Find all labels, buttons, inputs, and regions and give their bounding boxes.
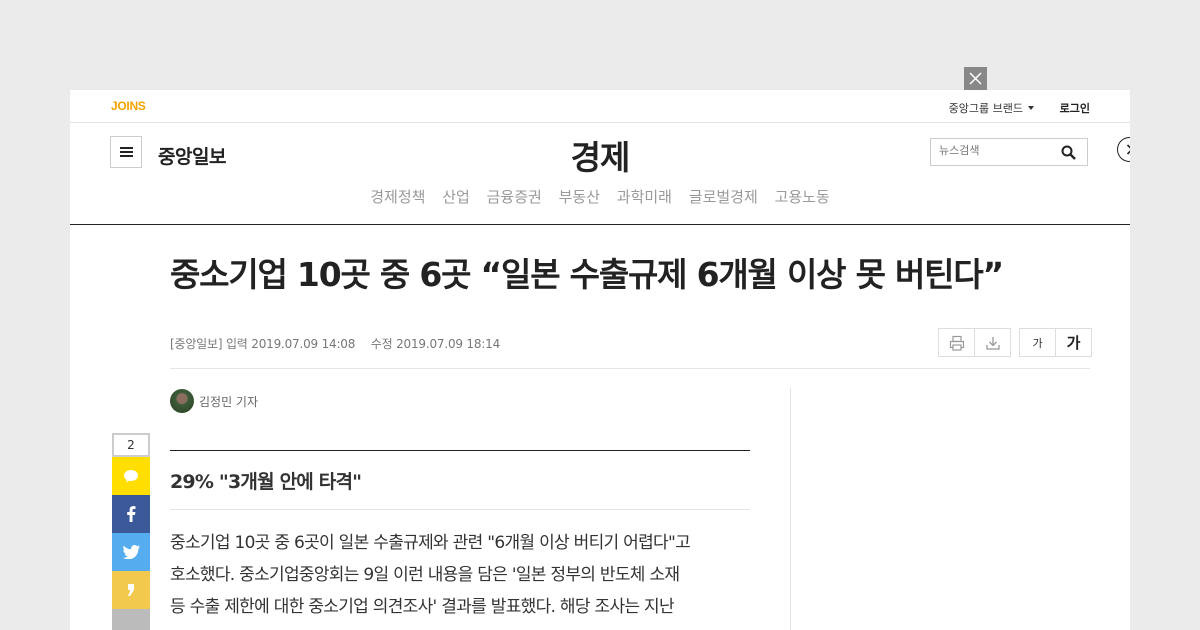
search-icon[interactable]: [1061, 145, 1076, 160]
story-icon: [128, 584, 134, 596]
close-ad-button[interactable]: [964, 67, 987, 90]
meta-divider: [170, 368, 1090, 369]
kakao-share-button[interactable]: [112, 457, 150, 495]
more-share-button[interactable]: [112, 609, 150, 630]
nav-item-industry[interactable]: 산업: [442, 188, 470, 206]
nav-item-global-economy[interactable]: 글로벌경제: [689, 188, 758, 206]
share-count: 2: [112, 433, 150, 457]
nav-item-economic-policy[interactable]: 경제정책: [370, 188, 425, 206]
nav-item-science[interactable]: 과학미래: [617, 188, 672, 206]
caret-down-icon: [1028, 106, 1034, 110]
section-nav: 경제정책 산업 금융증권 부동산 과학미래 글로벌경제 고용노동: [70, 186, 1130, 207]
font-size-tools: 가 가: [1019, 328, 1092, 357]
facebook-icon: [127, 506, 136, 522]
article-source: [중앙일보]: [170, 337, 223, 351]
article-body: 중소기업 10곳 중 6곳이 일본 수출규제와 관련 "6개월 이상 버티기 어…: [170, 527, 745, 623]
author-name: 김정민 기자: [199, 394, 259, 409]
input-label: 입력: [225, 337, 248, 351]
font-size-large-button[interactable]: 가: [1055, 329, 1091, 356]
nav-item-finance[interactable]: 금융증권: [487, 188, 542, 206]
input-time: 2019.07.09 14:08: [251, 337, 356, 351]
kakaostory-share-button[interactable]: [112, 571, 150, 609]
print-button[interactable]: [939, 329, 974, 356]
close-icon: [969, 72, 982, 85]
download-icon: [985, 336, 1000, 350]
subhead-bottom-rule: [170, 509, 750, 510]
column-divider: [790, 388, 791, 630]
article-meta: [중앙일보] 입력 2019.07.09 14:08 수정 2019.07.09…: [170, 335, 500, 352]
group-brand-dropdown[interactable]: 중앙그룹 브랜드: [949, 100, 1034, 116]
body-line: 호소했다. 중소기업중앙회는 9일 이런 내용을 담은 '일본 정부의 반도체 …: [170, 565, 680, 585]
site-header: 중앙일보 경제 경제정책 산업 금융증권 부동산 과학미래 글로벌경제 고용노동: [70, 123, 1130, 225]
speech-bubble-icon: [124, 470, 138, 483]
article-tools: [938, 328, 1011, 357]
facebook-share-button[interactable]: [112, 495, 150, 533]
body-line: 중소기업 10곳 중 6곳이 일본 수출규제와 관련 "6개월 이상 버티기 어…: [170, 533, 691, 553]
article-subhead: 29% "3개월 안에 타격": [170, 471, 362, 493]
article-headline: 중소기업 10곳 중 6곳 “일본 수출규제 6개월 이상 못 버틴다”: [170, 255, 1004, 294]
nav-item-employment[interactable]: 고용노동: [775, 188, 830, 206]
download-button[interactable]: [974, 329, 1010, 356]
search-input[interactable]: [939, 144, 1054, 157]
subhead-top-rule: [170, 450, 750, 451]
body-line: 등 수출 제한에 대한 중소기업 의견조사' 결과를 발표했다. 해당 조사는 …: [170, 597, 675, 617]
modified-label: 수정: [370, 337, 393, 351]
share-bar: 2: [112, 433, 150, 630]
twitter-icon: [122, 545, 140, 559]
modified-time: 2019.07.09 18:14: [396, 337, 501, 351]
chevron-right-icon: [1126, 144, 1130, 155]
nav-item-real-estate[interactable]: 부동산: [559, 188, 600, 206]
top-bar: JOINS 중앙그룹 브랜드 로그인: [70, 90, 1130, 123]
author-byline[interactable]: 김정민 기자: [170, 389, 258, 413]
joins-logo[interactable]: JOINS: [111, 99, 146, 113]
twitter-share-button[interactable]: [112, 533, 150, 571]
print-icon: [949, 335, 964, 351]
font-size-small-button[interactable]: 가: [1020, 329, 1055, 356]
article-page: JOINS 중앙그룹 브랜드 로그인 중앙일보 경제 경제정책 산업 금융증권 …: [70, 90, 1130, 630]
login-link[interactable]: 로그인: [1060, 100, 1090, 116]
search-box: [930, 138, 1088, 166]
group-brand-label: 중앙그룹 브랜드: [948, 102, 1023, 115]
author-avatar: [170, 389, 194, 413]
